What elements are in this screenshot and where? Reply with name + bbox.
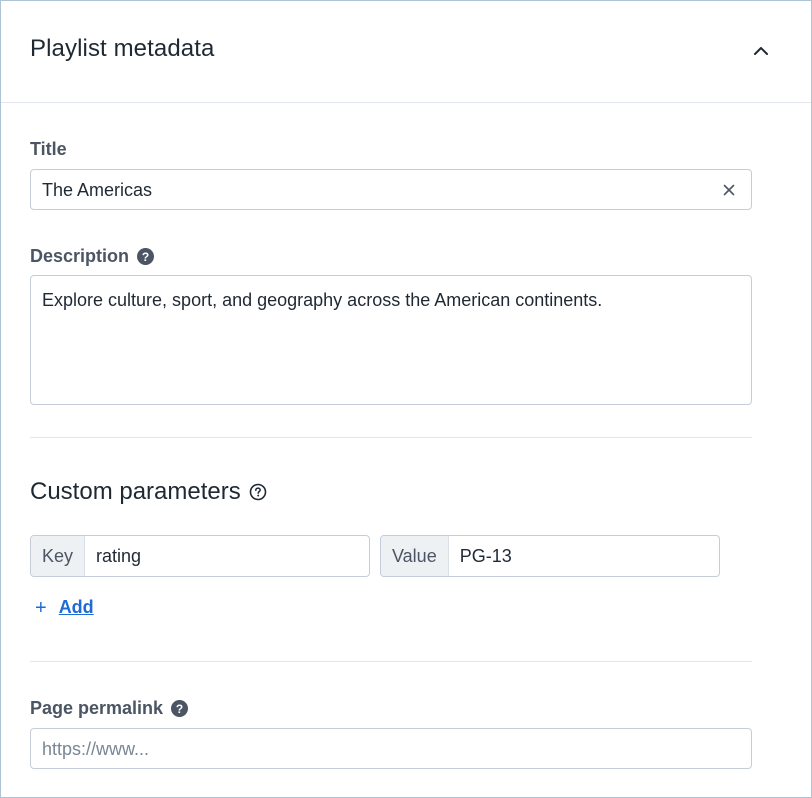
collapse-button[interactable] [747,37,775,65]
custom-parameters-title-text: Custom parameters [30,478,241,505]
permalink-placeholder: https://www... [42,739,150,759]
permalink-input[interactable]: https://www... [30,728,752,769]
key-value: rating [96,545,142,566]
permalink-label-text: Page permalink [30,698,164,718]
title-label-text: Title [30,139,67,159]
chevron-up-icon [754,47,768,55]
description-textarea[interactable]: Explore culture, sport, and geography ac… [30,275,752,405]
title-label: Title [30,139,67,160]
help-outline-icon[interactable] [249,483,267,501]
add-parameter-button[interactable]: + Add [35,597,94,618]
divider [30,661,752,662]
custom-parameters-title: Custom parameters [30,478,267,506]
permalink-label: Page permalink ? [30,698,189,719]
help-icon[interactable]: ? [137,248,155,265]
add-parameter-label: Add [58,597,94,617]
close-icon[interactable] [721,182,737,198]
description-label: Description ? [30,246,155,267]
panel-header: Playlist metadata [1,1,811,103]
help-icon[interactable]: ? [171,700,189,717]
key-addon: Key [31,536,86,576]
title-input[interactable]: The Americas [30,169,752,210]
divider [30,437,752,438]
plus-icon: + [35,596,47,619]
value-input[interactable]: Value PG-13 [380,535,720,577]
description-textarea-value: Explore culture, sport, and geography ac… [42,290,603,310]
value-addon: Value [381,536,449,576]
key-input[interactable]: Key rating [30,535,370,577]
value-value: PG-13 [459,545,512,566]
description-label-text: Description [30,246,130,266]
title-input-value: The Americas [42,180,153,200]
panel-title: Playlist metadata [30,35,215,62]
playlist-metadata-panel: Playlist metadata Title The Americas Des… [0,0,812,798]
